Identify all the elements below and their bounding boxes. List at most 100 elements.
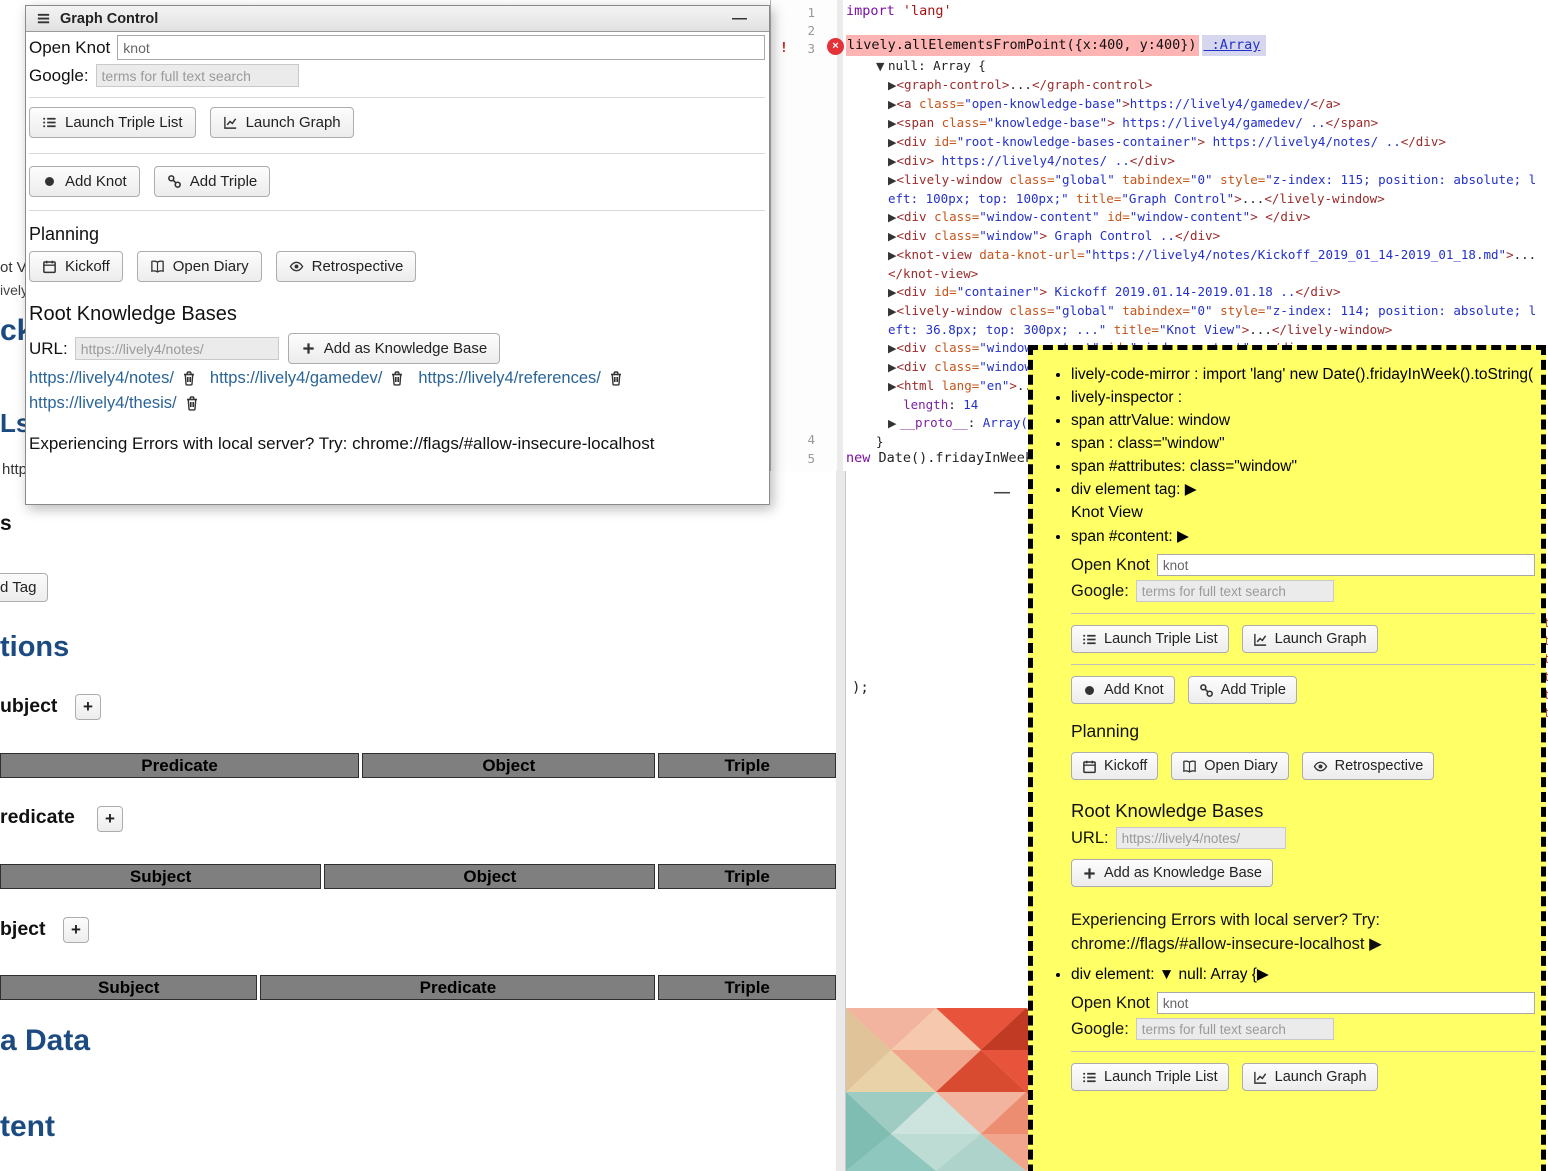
inspector-token: data-knot-url= — [972, 247, 1085, 262]
inspector-token: class= — [934, 115, 987, 130]
inspector-token: <div — [896, 134, 926, 149]
add-triple-button[interactable]: Add Triple — [1188, 676, 1297, 704]
inspector-tree-line[interactable]: ▼ null: Array { — [846, 57, 1542, 76]
open-knot-input[interactable] — [1157, 992, 1535, 1014]
google-search-input[interactable] — [96, 64, 299, 87]
inspector-token: id= — [927, 284, 957, 299]
knowledge-base-url-input[interactable] — [1116, 827, 1286, 849]
add-knowledge-base-button[interactable]: Add as Knowledge Base — [1071, 859, 1273, 887]
launch-graph-button[interactable]: Launch Graph — [210, 107, 354, 138]
inspector-tree-line[interactable]: ▶<graph-control>...</graph-control> — [846, 76, 1542, 95]
knowledge-base-link[interactable]: https://lively4/gamedev/ — [210, 369, 382, 388]
inspector-tree-line[interactable]: ▶<div id="container"> Kickoff 2019.01.14… — [846, 283, 1542, 302]
window-titlebar[interactable]: Graph Control — — [26, 6, 769, 32]
window-menu-icon[interactable] — [36, 11, 51, 26]
inspector-tree-line[interactable]: ▶<span class="knowledge-base"> https://l… — [846, 114, 1542, 133]
expand-arrow-icon[interactable]: ▶ — [1369, 934, 1382, 953]
chart-icon — [1253, 1070, 1268, 1085]
clipped-heading-subject: ubject — [0, 695, 57, 718]
retrospective-button[interactable]: Retrospective — [1302, 752, 1435, 780]
line-number: 1 — [771, 3, 815, 22]
dot-icon — [42, 174, 57, 189]
launch-graph-button[interactable]: Launch Graph — [1242, 625, 1378, 653]
knowledge-base-link[interactable]: https://lively4/notes/ — [29, 369, 174, 388]
code-line[interactable]: import 'lang' — [846, 2, 952, 21]
kickoff-button[interactable]: Kickoff — [29, 251, 123, 282]
launch-triple-list-button[interactable]: Launch Triple List — [1071, 625, 1229, 653]
inspector-tree-line[interactable]: ▶<lively-window class="global" tabindex=… — [846, 171, 1542, 208]
google-search-input[interactable] — [1136, 1018, 1334, 1040]
divider — [1071, 613, 1535, 614]
inspector-token: https://lively4/notes/ .. — [1205, 134, 1401, 149]
link-icon — [167, 174, 182, 189]
knowledge-base-url-input[interactable] — [75, 337, 279, 360]
inspector-token: ... — [1249, 322, 1272, 337]
inspector-token: > — [1122, 96, 1130, 111]
inspector-token: lang= — [934, 378, 979, 393]
inspector-token: class= — [927, 209, 980, 224]
add-triple-button[interactable]: Add Triple — [154, 166, 271, 197]
expand-arrow-icon[interactable]: ▼ — [876, 60, 888, 73]
inspector-tree-line[interactable]: ▶<div class="window-content" id="window-… — [846, 208, 1542, 227]
button-label: Retrospective — [312, 258, 404, 275]
add-button-row: Add Knot Add Triple — [29, 166, 765, 197]
google-label: Google: — [1071, 1018, 1129, 1040]
delete-knowledge-base-button[interactable] — [389, 370, 405, 387]
open-knot-input[interactable] — [117, 35, 765, 60]
open-knot-input[interactable] — [1157, 554, 1535, 576]
embedded-graph-control: Open Knot Google: Launch Triple List Lau… — [1071, 554, 1535, 956]
overlay-item-span-class: span : class="window" — [1071, 433, 1535, 455]
inspector-tree-line[interactable]: ▶<div id="root-knowledge-bases-container… — [846, 133, 1542, 152]
code-line-error[interactable]: lively.allElementsFromPoint({x:400, y:40… — [846, 36, 1266, 55]
open-diary-button[interactable]: Open Diary — [137, 251, 262, 282]
button-label: Launch Triple List — [65, 114, 183, 131]
divider — [29, 210, 765, 211]
list-icon — [1082, 632, 1097, 647]
knowledge-base-link[interactable]: https://lively4/references/ — [418, 369, 601, 388]
add-object-button[interactable]: + — [63, 917, 89, 943]
inspector-token: "0" — [1190, 303, 1213, 318]
type-annotation[interactable]: :Array — [1202, 35, 1267, 56]
add-knowledge-base-button[interactable]: Add as Knowledge Base — [288, 333, 500, 364]
url-row: URL: — [1071, 827, 1535, 849]
delete-knowledge-base-button[interactable] — [608, 370, 624, 387]
add-knot-button[interactable]: Add Knot — [29, 166, 140, 197]
window-minimize-button[interactable]: — — [994, 484, 1010, 502]
inspector-token: <html — [896, 378, 934, 393]
add-knot-button[interactable]: Add Knot — [1071, 676, 1175, 704]
knowledge-base-link[interactable]: https://lively4/thesis/ — [29, 394, 177, 413]
inspector-tree-line[interactable]: ▶<a class="open-knowledge-base">https://… — [846, 95, 1542, 114]
hint-text: Experiencing Errors with local server? T… — [1071, 911, 1380, 953]
calendar-icon — [42, 259, 57, 274]
inspector-tree-line[interactable]: ▶<knot-view data-knot-url="https://livel… — [846, 246, 1542, 283]
expand-arrow-icon[interactable]: ▶ — [888, 417, 900, 430]
launch-triple-list-button[interactable]: Launch Triple List — [1071, 1063, 1229, 1091]
inspector-tree-line[interactable]: ▶<lively-window class="global" tabindex=… — [846, 302, 1542, 339]
inspector-token: class= — [927, 228, 980, 243]
clipped-heading-knots: s — [0, 512, 12, 536]
delete-knowledge-base-button[interactable] — [181, 370, 197, 387]
launch-triple-list-button[interactable]: Launch Triple List — [29, 107, 196, 138]
launch-graph-button[interactable]: Launch Graph — [1242, 1063, 1378, 1091]
inspector-token: Graph Control .. — [1047, 228, 1175, 243]
window-minimize-button[interactable]: — — [732, 10, 747, 27]
launch-button-row: Launch Triple List Launch Graph — [1071, 1063, 1535, 1091]
add-predicate-button[interactable]: + — [97, 806, 123, 832]
inspector-token: <span — [896, 115, 934, 130]
delete-knowledge-base-button[interactable] — [184, 395, 200, 412]
add-tag-button[interactable]: d Tag — [0, 573, 48, 602]
google-search-input[interactable] — [1136, 580, 1334, 602]
inspector-tree-line[interactable]: ▶<div class="window"> Graph Control ..</… — [846, 227, 1542, 246]
planning-button-row: Kickoff Open Diary Retrospective — [29, 251, 765, 282]
add-subject-button[interactable]: + — [75, 694, 101, 720]
inspector-token: title= — [1069, 191, 1122, 206]
inspector-token: > — [1107, 115, 1115, 130]
inspector-token: "https://lively4/notes/Kickoff_2019_01_1… — [1085, 247, 1506, 262]
retrospective-button[interactable]: Retrospective — [276, 251, 417, 282]
google-label: Google: — [29, 66, 89, 86]
kickoff-button[interactable]: Kickoff — [1071, 752, 1158, 780]
chart-icon — [223, 115, 238, 130]
inspector-tree-line[interactable]: ▶<div> https://lively4/notes/ ..</div> — [846, 152, 1542, 171]
knowledge-base-list: https://lively4/notes/ https://lively4/g… — [29, 369, 765, 413]
open-diary-button[interactable]: Open Diary — [1171, 752, 1288, 780]
